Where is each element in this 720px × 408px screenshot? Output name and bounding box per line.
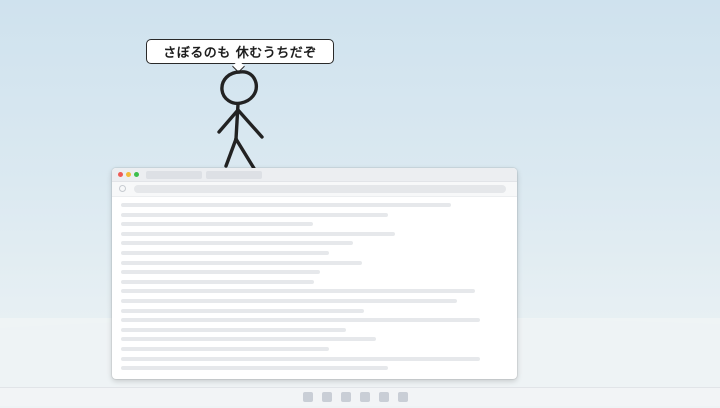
content-line	[121, 366, 388, 371]
content-line	[121, 270, 320, 275]
stick-figure-left-leg	[224, 137, 238, 168]
content-line	[121, 298, 457, 303]
content-line	[121, 279, 314, 284]
tab-1[interactable]	[146, 171, 202, 179]
stick-figure-icon	[217, 70, 264, 172]
reload-icon[interactable]	[119, 185, 126, 192]
tab-2[interactable]	[206, 171, 262, 179]
dock-app-6[interactable]	[398, 392, 408, 402]
speech-bubble: さぼるのも 休むうちだぞ	[146, 39, 334, 64]
browser-window	[112, 168, 517, 379]
dock-app-5[interactable]	[379, 392, 389, 402]
content-line	[121, 318, 480, 323]
content-line	[121, 308, 364, 313]
content-line	[121, 241, 353, 246]
browser-titlebar	[112, 168, 517, 182]
content-line	[121, 250, 329, 255]
stick-figure-head	[220, 70, 259, 106]
maximize-window-button[interactable]	[134, 172, 139, 177]
content-line	[121, 260, 362, 265]
dock-items	[303, 392, 408, 402]
dock-app-3[interactable]	[341, 392, 351, 402]
dock	[0, 387, 720, 406]
speech-bubble-text: さぼるのも 休むうちだぞ	[163, 46, 317, 61]
content-line	[121, 337, 376, 342]
content-line	[121, 327, 346, 332]
content-line	[121, 222, 313, 227]
content-line	[121, 212, 388, 217]
content-line	[121, 346, 329, 351]
minimize-window-button[interactable]	[126, 172, 131, 177]
dock-app-1[interactable]	[303, 392, 313, 402]
content-line	[121, 231, 395, 236]
content-line	[121, 356, 480, 361]
content-line	[121, 289, 475, 294]
close-window-button[interactable]	[118, 172, 123, 177]
content-line	[121, 203, 451, 207]
address-bar[interactable]	[134, 185, 506, 193]
page-content	[112, 197, 517, 371]
stick-figure-right-arm	[236, 108, 264, 139]
dock-app-2[interactable]	[322, 392, 332, 402]
dock-app-4[interactable]	[360, 392, 370, 402]
browser-toolbar	[112, 182, 517, 197]
stick-figure-right-leg	[234, 137, 257, 172]
